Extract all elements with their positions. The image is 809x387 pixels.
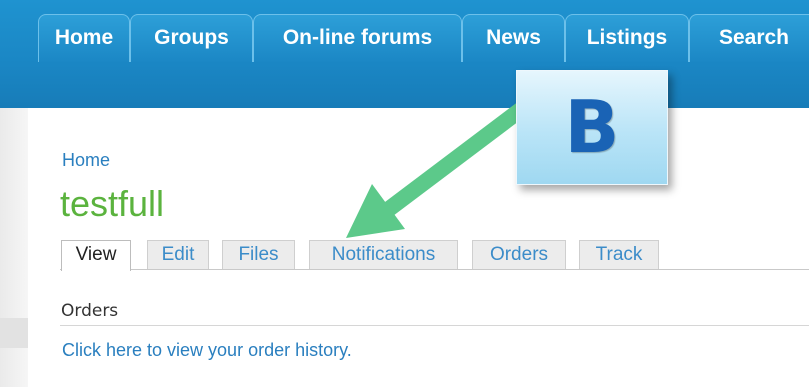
annotation-arrow [346, 101, 528, 238]
badge-letter: B [564, 85, 620, 169]
arrow-shaft [380, 101, 528, 219]
annotation-badge: B [516, 70, 668, 185]
